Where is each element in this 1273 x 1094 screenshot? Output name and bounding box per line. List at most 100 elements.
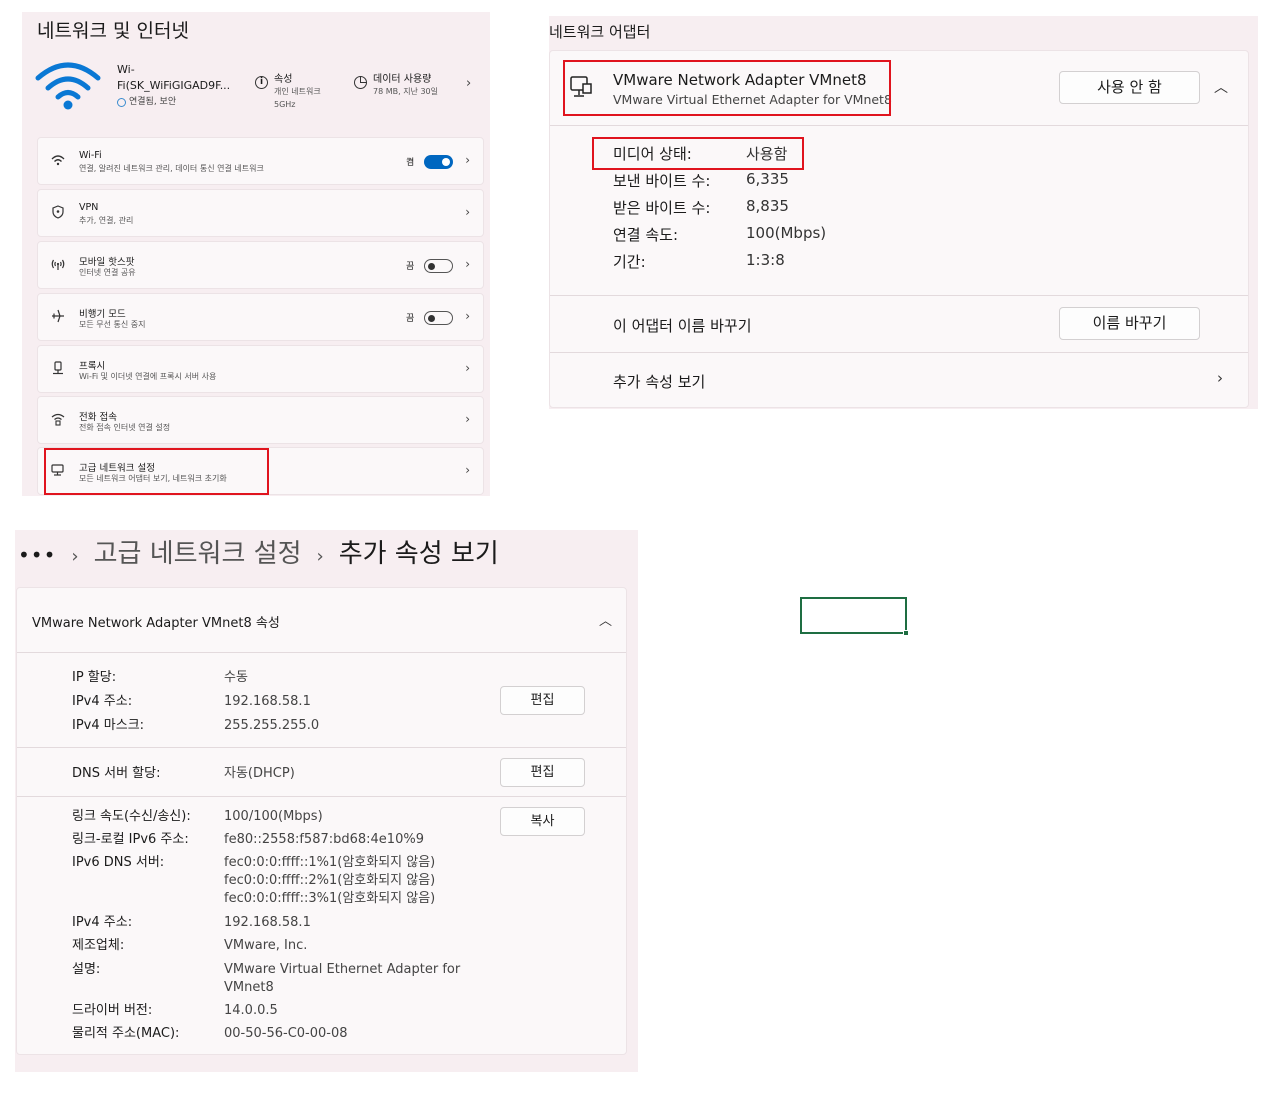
disable-button[interactable]: 사용 안 함 xyxy=(1059,71,1200,104)
hotspot-toggle[interactable] xyxy=(424,259,453,273)
shield-icon xyxy=(50,204,66,220)
settings-item-subtitle: 추가, 연결, 관리 xyxy=(79,216,134,225)
edit-ip-button[interactable]: 편집 xyxy=(500,686,585,715)
chevron-right-icon[interactable]: › xyxy=(1217,369,1223,387)
settings-item-subtitle: 모든 무선 통신 중지 xyxy=(79,320,146,329)
divider xyxy=(17,796,626,797)
proxy-icon xyxy=(50,360,66,376)
network-profile: 개인 네트워크 xyxy=(274,87,321,96)
ip-assignment-value: 수동 xyxy=(224,670,248,685)
chevron-right-icon: › xyxy=(465,361,470,375)
settings-item-subtitle: 연결, 알려진 네트워크 관리, 데이터 통신 연결 네트워크 xyxy=(79,164,264,173)
link-speed-label: 링크 속도(수신/송신): xyxy=(72,809,191,824)
dial-up-icon xyxy=(50,411,66,427)
link-speed-value: 100/100(Mbps) xyxy=(224,809,323,824)
highlight-box xyxy=(563,60,891,116)
settings-item-title: 비행기 모드 xyxy=(79,309,126,320)
settings-item-airplane-mode[interactable]: 비행기 모드 모든 무선 통신 중지 끔 › xyxy=(37,293,484,341)
view-more-properties[interactable]: 추가 속성 보기 xyxy=(613,371,705,392)
chevron-right-icon: › xyxy=(465,412,470,426)
more-icon[interactable]: ••• xyxy=(18,543,56,567)
settings-item-proxy[interactable]: 프록시 Wi-Fi 및 이더넷 연결에 프록시 서버 사용 › xyxy=(37,345,484,393)
settings-item-mobile-hotspot[interactable]: 모바일 핫스팟 인터넷 연결 공유 끔 › xyxy=(37,241,484,289)
properties-header[interactable]: VMware Network Adapter VMnet8 속성 ︿ xyxy=(17,588,626,653)
copy-button[interactable]: 복사 xyxy=(500,807,585,836)
wifi-signal-icon xyxy=(35,62,101,110)
chevron-right-icon: › xyxy=(465,205,470,219)
chevron-right-icon: › xyxy=(71,546,79,567)
settings-item-vpn[interactable]: VPN 추가, 연결, 관리 › xyxy=(37,189,484,237)
properties-card: VMware Network Adapter VMnet8 속성 ︿ IP 할당… xyxy=(16,587,627,1055)
highlight-box xyxy=(592,137,804,170)
driver-version-label: 드라이버 버전: xyxy=(72,1003,153,1018)
page-title: 네트워크 및 인터넷 xyxy=(37,20,189,42)
description-value: VMware Virtual Ethernet Adapter for xyxy=(224,962,461,977)
ipv6-dns-value: fec0:0:0:ffff::2%1(암호화되지 않음) xyxy=(224,873,436,888)
settings-item-subtitle: 전화 접속 인터넷 연결 설정 xyxy=(79,423,171,432)
description-value: VMnet8 xyxy=(224,980,274,995)
settings-item-title: 프록시 xyxy=(79,361,106,372)
data-usage-link[interactable]: 데이터 사용량 78 MB, 지난 30일 xyxy=(354,70,438,98)
ipv4-mask-value: 255.255.255.0 xyxy=(224,718,320,733)
divider xyxy=(17,747,626,748)
mac-address-label: 물리적 주소(MAC): xyxy=(72,1026,180,1041)
ipv6-dns-value: fec0:0:0:ffff::3%1(암호화되지 않음) xyxy=(224,891,436,906)
data-usage-value: 78 MB, 지난 30일 xyxy=(373,87,439,96)
properties-label: 속성 xyxy=(274,74,293,85)
chevron-right-icon: › xyxy=(465,153,470,167)
settings-item-subtitle: 인터넷 연결 공유 xyxy=(79,268,136,277)
rename-button[interactable]: 이름 바꾸기 xyxy=(1059,307,1200,340)
settings-item-dial-up[interactable]: 전화 접속 전화 접속 인터넷 연결 설정 › xyxy=(37,396,484,444)
toggle-label: 끔 xyxy=(406,262,415,272)
rename-label: 이 어댑터 이름 바꾸기 xyxy=(613,317,752,335)
edit-dns-button[interactable]: 편집 xyxy=(500,758,585,787)
additional-properties-panel: ••• › 고급 네트워크 설정 › 추가 속성 보기 VMware Netwo… xyxy=(15,530,638,1072)
network-internet-panel: 네트워크 및 인터넷 Wi-Fi(SK_WiFiGIGAD9F... 연결됨, … xyxy=(22,12,490,496)
settings-item-subtitle: Wi-Fi 및 이더넷 연결에 프록시 서버 사용 xyxy=(79,372,217,381)
connection-name: Wi-Fi(SK_WiFiGIGAD9F... xyxy=(117,63,231,92)
page-title: 추가 속성 보기 xyxy=(338,539,499,569)
ip-assignment-label: IP 할당: xyxy=(72,670,117,685)
chevron-right-icon: › xyxy=(316,546,324,567)
toggle-label: 켬 xyxy=(406,158,415,168)
chevron-right-icon: › xyxy=(465,309,470,323)
connection-status: 연결됨, 보안 xyxy=(129,97,177,107)
wifi-icon xyxy=(50,152,66,168)
ipv4-mask-label: IPv4 마스크: xyxy=(72,718,145,733)
airplane-toggle[interactable] xyxy=(424,311,453,325)
settings-item-title: 모바일 핫스팟 xyxy=(79,257,135,268)
connection-info[interactable]: Wi-Fi(SK_WiFiGIGAD9F... 연결됨, 보안 xyxy=(117,62,242,110)
wifi-toggle[interactable] xyxy=(424,155,453,169)
properties-title: VMware Network Adapter VMnet8 속성 xyxy=(32,616,280,631)
dns-assignment-label: DNS 서버 할당: xyxy=(72,766,161,781)
manufacturer-label: 제조업체: xyxy=(72,938,125,953)
highlight-box xyxy=(44,448,269,495)
dns-assignment-value: 자동(DHCP) xyxy=(224,766,295,781)
mac-address-value: 00-50-56-C0-00-08 xyxy=(224,1026,348,1041)
ipv6-dns-value: fec0:0:0:ffff::1%1(암호화되지 않음) xyxy=(224,855,436,870)
selected-cell[interactable] xyxy=(800,597,909,636)
chevron-up-icon[interactable]: ︿ xyxy=(599,610,612,629)
ipv4-address-label: IPv4 주소: xyxy=(72,915,133,930)
properties-link[interactable]: i 속성 개인 네트워크 5GHz xyxy=(255,70,321,111)
manufacturer-value: VMware, Inc. xyxy=(224,938,308,953)
data-usage-icon xyxy=(354,76,367,89)
data-usage-label: 데이터 사용량 xyxy=(373,74,432,85)
settings-item-wifi[interactable]: Wi-Fi 연결, 알려진 네트워크 관리, 데이터 통신 연결 네트워크 켬 … xyxy=(37,137,484,185)
fill-handle[interactable] xyxy=(903,630,909,636)
divider xyxy=(550,352,1248,353)
toggle-label: 끔 xyxy=(406,314,415,324)
settings-item-title: Wi-Fi xyxy=(79,150,102,161)
globe-icon xyxy=(117,97,126,107)
link-local-ipv6-label: 링크-로컬 IPv6 주소: xyxy=(72,832,189,847)
chevron-right-icon[interactable]: › xyxy=(466,76,471,91)
breadcrumb: ••• › 고급 네트워크 설정 › 추가 속성 보기 xyxy=(18,533,499,570)
ipv4-address-value: 192.168.58.1 xyxy=(224,915,311,930)
network-band: 5GHz xyxy=(274,100,296,109)
chevron-right-icon: › xyxy=(465,463,470,477)
chevron-right-icon: › xyxy=(465,257,470,271)
hotspot-icon xyxy=(50,256,66,272)
chevron-up-icon[interactable]: ︿ xyxy=(1214,77,1228,97)
breadcrumb-parent[interactable]: 고급 네트워크 설정 xyxy=(94,533,302,570)
link-local-ipv6-value: fe80::2558:f587:bd68:4e10%9 xyxy=(224,832,424,847)
